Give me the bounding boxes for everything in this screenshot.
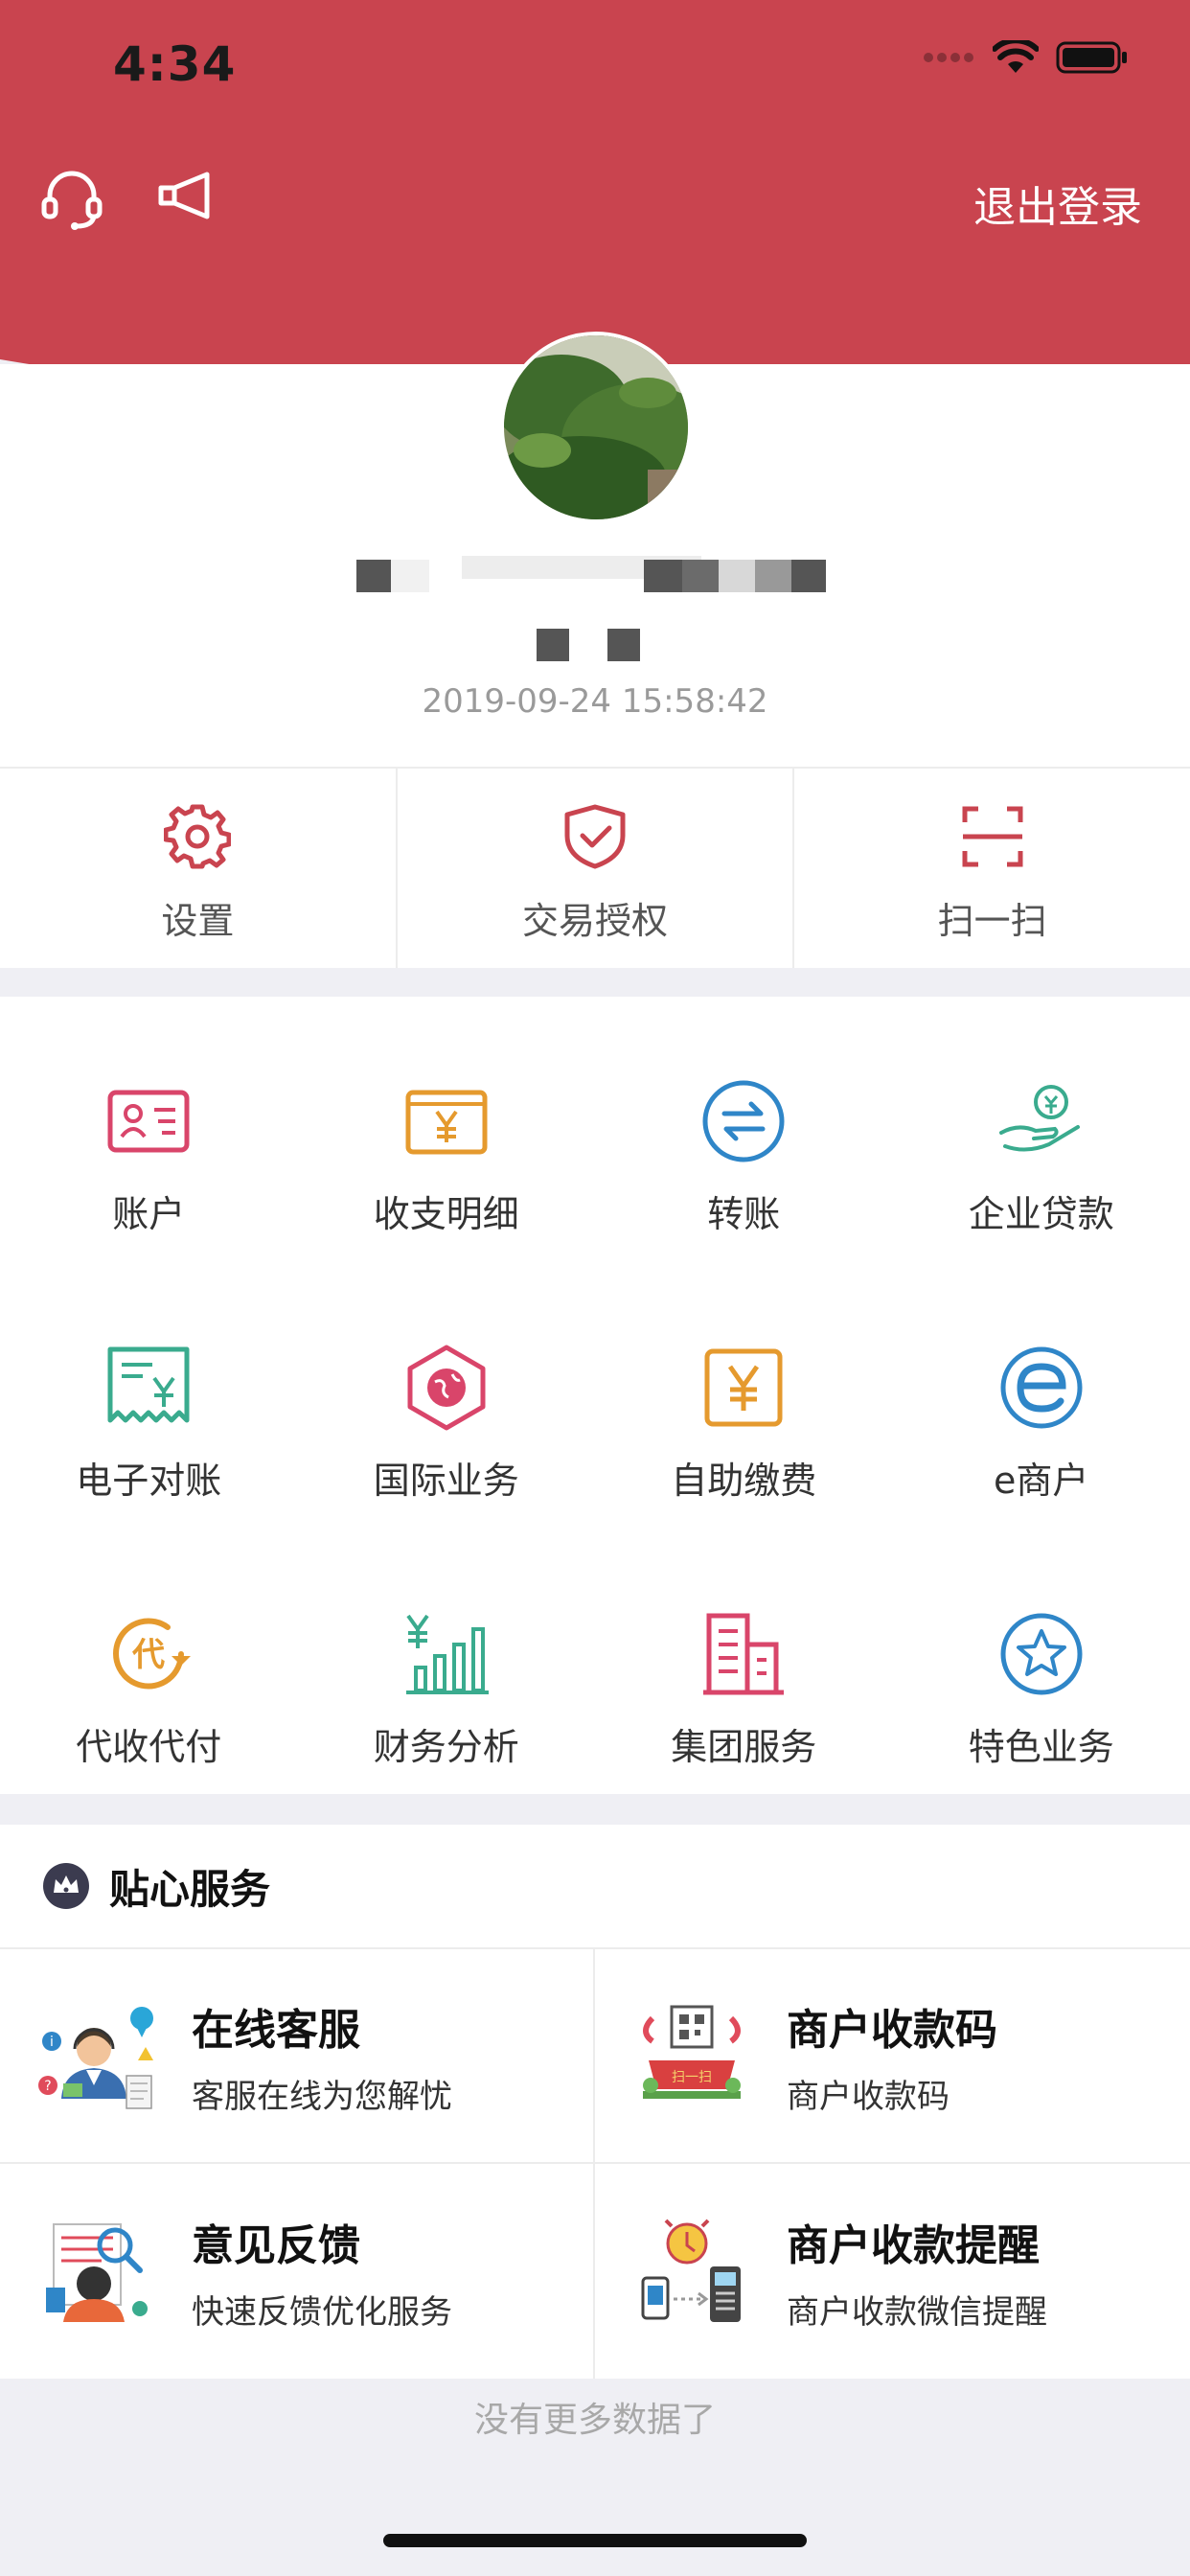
payment-qr-illustration: 扫一扫 — [643, 2005, 741, 2099]
star-badge-icon — [1000, 1613, 1083, 1695]
buildings-icon — [703, 1613, 785, 1695]
e-merchant-icon — [1000, 1346, 1083, 1429]
account-label: 账户 — [112, 1193, 186, 1235]
enterprise-loan-item[interactable]: 企业贷款 — [893, 1014, 1190, 1280]
scan-icon — [962, 806, 1023, 867]
gear-icon — [164, 804, 232, 869]
settings-label: 设置 — [161, 900, 235, 942]
transaction-details-item[interactable]: 收支明细 — [298, 1014, 596, 1280]
username-redacted — [537, 629, 640, 661]
feedback-card[interactable]: 意见反馈 快速反馈优化服务 — [0, 2164, 595, 2379]
self-payment-label: 自助缴费 — [671, 1460, 817, 1502]
yuan-card-icon — [405, 1090, 488, 1155]
featured-business-label: 特色业务 — [968, 1726, 1114, 1768]
feedback-title: 意见反馈 — [192, 2220, 360, 2270]
featured-business-item[interactable]: 特色业务 — [893, 1547, 1190, 1813]
svg-text:?: ? — [44, 2079, 51, 2094]
trade-auth-button[interactable]: 交易授权 — [398, 769, 795, 968]
globe-hexagon-icon — [407, 1345, 486, 1431]
svg-text:代: 代 — [131, 1636, 165, 1674]
services-header: 贴心服务 — [0, 1825, 1190, 1949]
transfer-item[interactable]: 转账 — [595, 1014, 893, 1280]
online-service-card[interactable]: i ? 在线客服 客服在线为您解忧 — [0, 1949, 595, 2164]
services-title: 贴心服务 — [109, 1865, 271, 1913]
group-service-item[interactable]: 集团服务 — [595, 1547, 893, 1813]
collect-pay-icon: 代 — [113, 1618, 192, 1690]
signal-dots-icon — [924, 53, 973, 62]
company-name-redacted — [356, 554, 835, 594]
e-merchant-item[interactable]: e商户 — [893, 1280, 1190, 1547]
group-service-label: 集团服务 — [671, 1726, 817, 1768]
scan-label: 扫一扫 — [937, 900, 1047, 942]
payment-reminder-illustration — [641, 2219, 741, 2322]
id-card-icon — [107, 1090, 190, 1153]
no-more-data: 没有更多数据了 — [473, 2401, 716, 2440]
e-reconciliation-item[interactable]: 电子对账 — [0, 1280, 298, 1547]
crown-icon — [43, 1863, 89, 1909]
last-login-time: 2019-09-24 15:58:42 — [422, 682, 768, 721]
merchant-qr-subtitle: 商户收款码 — [787, 2077, 950, 2116]
headset-icon[interactable] — [38, 165, 105, 236]
settings-button[interactable]: 设置 — [0, 769, 398, 968]
international-item[interactable]: 国际业务 — [298, 1280, 596, 1547]
services-grid: i ? 在线客服 客服在线为您解忧 扫一扫 商户收款码 商户收款码 意见反馈 快… — [0, 1949, 1190, 2379]
payment-reminder-title: 商户收款提醒 — [787, 2220, 1040, 2270]
collect-pay-label: 代收代付 — [76, 1726, 222, 1768]
svg-text:i: i — [50, 2035, 54, 2050]
avatar[interactable] — [500, 332, 692, 523]
online-service-subtitle: 客服在线为您解忧 — [192, 2077, 452, 2116]
battery-icon — [1056, 41, 1127, 74]
e-merchant-label: e商户 — [994, 1460, 1089, 1502]
shield-check-icon — [564, 804, 626, 869]
transfer-label: 转账 — [707, 1193, 781, 1235]
home-indicator[interactable] — [383, 2534, 807, 2547]
quick-actions: 设置 交易授权 扫一扫 — [0, 767, 1190, 968]
finance-chart-icon — [405, 1614, 489, 1694]
scan-button[interactable]: 扫一扫 — [794, 769, 1190, 968]
status-icons — [922, 40, 1129, 75]
finance-analysis-label: 财务分析 — [373, 1726, 519, 1768]
yuan-box-icon — [704, 1348, 783, 1427]
loan-hand-icon — [998, 1085, 1080, 1152]
feedback-illustration — [46, 2223, 148, 2322]
function-grid: 账户 收支明细 转账 企业贷款 电子对账 国际业务 自助缴费 e商户 代 代收代… — [0, 997, 1190, 1794]
svg-text:扫一扫: 扫一扫 — [672, 2070, 712, 2085]
wifi-icon — [993, 40, 1039, 73]
transaction-details-label: 收支明细 — [373, 1193, 519, 1235]
feedback-subtitle: 快速反馈优化服务 — [192, 2292, 452, 2332]
finance-analysis-item[interactable]: 财务分析 — [298, 1547, 596, 1813]
payment-reminder-subtitle: 商户收款微信提醒 — [787, 2292, 1047, 2332]
payment-reminder-card[interactable]: 商户收款提醒 商户收款微信提醒 — [595, 2164, 1190, 2379]
logout-button[interactable]: 退出登录 — [973, 172, 1142, 234]
international-label: 国际业务 — [373, 1460, 519, 1502]
megaphone-icon[interactable] — [155, 165, 217, 230]
receipt-icon — [107, 1346, 190, 1423]
merchant-qr-title: 商户收款码 — [787, 2005, 997, 2055]
status-time: 4:34 — [113, 36, 237, 92]
collect-pay-item[interactable]: 代 代收代付 — [0, 1547, 298, 1813]
online-service-title: 在线客服 — [192, 2005, 360, 2055]
enterprise-loan-label: 企业贷款 — [968, 1193, 1114, 1235]
transfer-icon — [702, 1080, 785, 1162]
e-reconciliation-label: 电子对账 — [76, 1460, 222, 1502]
customer-service-illustration: i ? — [38, 2007, 153, 2109]
account-item[interactable]: 账户 — [0, 1014, 298, 1280]
merchant-qr-card[interactable]: 扫一扫 商户收款码 商户收款码 — [595, 1949, 1190, 2164]
self-payment-item[interactable]: 自助缴费 — [595, 1280, 893, 1547]
trade-auth-label: 交易授权 — [522, 900, 669, 942]
